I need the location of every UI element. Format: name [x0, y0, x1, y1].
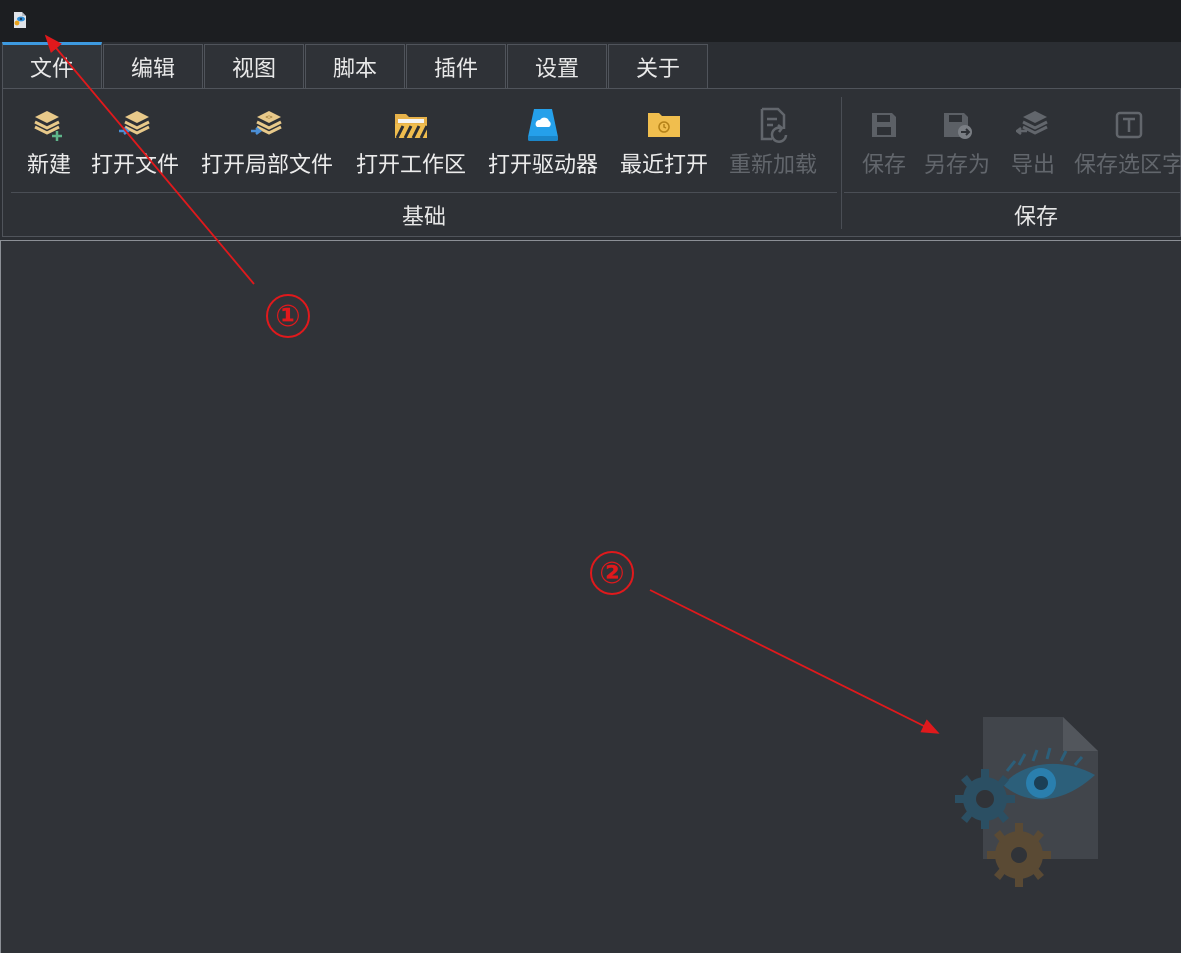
annotation-callout-1: ① [266, 294, 310, 338]
tab-script[interactable]: 脚本 [305, 44, 405, 88]
save-button[interactable]: 保存 [862, 107, 906, 181]
open-workspace-icon [395, 114, 429, 139]
group-separator [841, 97, 842, 229]
open-drive-label: 打开驱动器 [488, 153, 599, 178]
new-layers-icon [34, 111, 62, 141]
save-as-icon [944, 113, 972, 139]
save-icon [872, 113, 896, 137]
reload-icon [760, 107, 788, 143]
annotation-callout-2: ② [590, 551, 634, 595]
save-as-button[interactable]: 另存为 [924, 107, 990, 181]
tab-file[interactable]: 文件 [2, 42, 102, 88]
export-icon [1016, 111, 1048, 135]
basic-group-label: 基础 [401, 205, 446, 230]
new-button[interactable]: 新建 [27, 107, 71, 181]
tab-settings[interactable]: 设置 [507, 44, 607, 88]
title-bar [0, 0, 1181, 42]
basic-group-divider [11, 192, 837, 193]
save-selection-button[interactable]: 保存选区字 [1074, 107, 1181, 181]
tab-edit[interactable]: 编辑 [103, 44, 203, 88]
open-partial-file-icon: <> [251, 111, 282, 135]
open-drive-icon [528, 109, 558, 141]
recent-open-label: 最近打开 [620, 153, 709, 178]
open-file-label: 打开文件 [91, 153, 180, 178]
save-group-label: 保存 [1013, 205, 1058, 230]
tab-plugin[interactable]: 插件 [406, 44, 506, 88]
tab-view[interactable]: 视图 [204, 44, 304, 88]
app-logo-icon[interactable] [11, 11, 29, 29]
save-selection-label: 保存选区字 [1074, 153, 1181, 178]
open-file-button[interactable]: 打开文件 [91, 107, 179, 181]
open-partial-file-label: 打开局部文件 [201, 153, 334, 178]
tab-about[interactable]: 关于 [608, 44, 708, 88]
document-workspace[interactable] [0, 240, 1181, 953]
open-workspace-button[interactable]: 打开工作区 [356, 107, 466, 181]
open-drive-button[interactable]: 打开驱动器 [488, 107, 598, 181]
save-selection-icon [1115, 111, 1143, 139]
open-workspace-label: 打开工作区 [356, 153, 467, 178]
save-group-divider [844, 192, 1180, 193]
app-window: 文件 编辑 视图 脚本 插件 设置 关于 新建 打开文件 <> 打开局部文件 打… [0, 0, 1181, 953]
svg-text:<>: <> [265, 114, 273, 121]
reload-label: 重新加载 [729, 153, 818, 178]
new-label: 新建 [27, 153, 72, 178]
export-label: 导出 [1011, 153, 1056, 178]
recent-folder-icon [648, 113, 680, 137]
recent-open-button[interactable]: 最近打开 [620, 107, 708, 181]
export-button[interactable]: 导出 [1011, 107, 1055, 181]
app-watermark-logo-icon [955, 717, 1098, 887]
save-label: 保存 [862, 153, 907, 178]
ribbon-tab-bar: 文件 编辑 视图 脚本 插件 设置 关于 [0, 42, 1181, 88]
open-partial-file-button[interactable]: <> 打开局部文件 [201, 107, 333, 181]
open-file-icon [119, 111, 150, 135]
ribbon-panel: 新建 打开文件 <> 打开局部文件 打开工作区 打开驱动器 最近打开 重新加载 … [2, 88, 1181, 237]
save-as-label: 另存为 [924, 153, 991, 178]
reload-button[interactable]: 重新加载 [729, 107, 817, 181]
